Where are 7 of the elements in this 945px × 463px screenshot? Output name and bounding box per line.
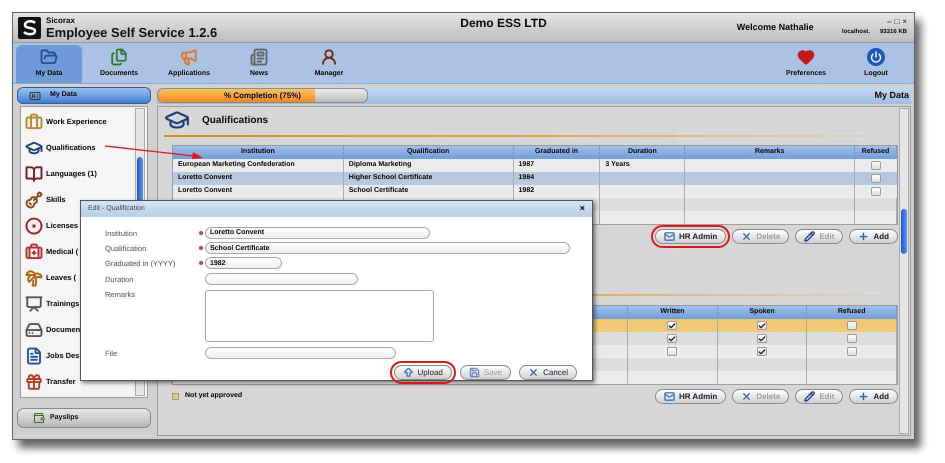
app-title: Employee Self Service 1.2.6	[46, 26, 218, 38]
breadcrumb: My Data	[874, 88, 909, 102]
company-name: Demo ESS LTD	[460, 14, 547, 32]
progress-label: % Completion (75%)	[223, 90, 302, 102]
brand-name: Sicorax	[46, 16, 76, 24]
welcome-text: Welcome Nathalie	[736, 20, 814, 34]
section-title: Qualifications	[202, 114, 268, 128]
